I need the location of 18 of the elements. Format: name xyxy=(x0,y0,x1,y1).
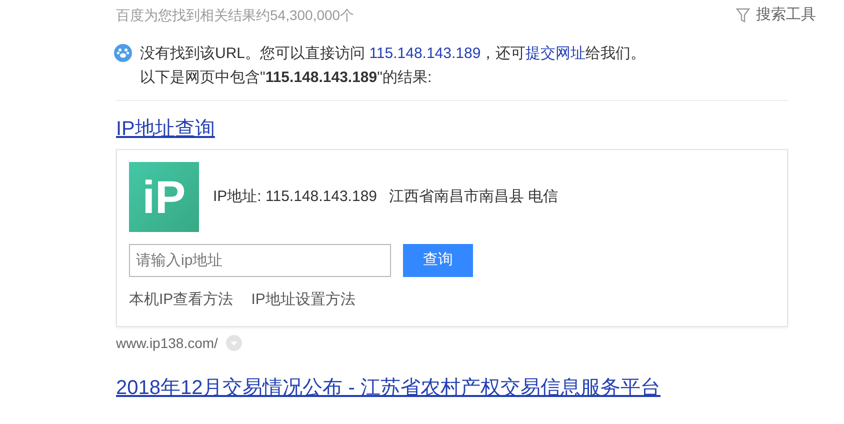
location-text: 江西省南昌市南昌县 电信 xyxy=(389,186,558,207)
search-tools-button[interactable]: 搜索工具 xyxy=(736,4,816,26)
result-count: 百度为您找到相关结果约54,300,000个 xyxy=(116,6,354,24)
result-url: www.ip138.com/ xyxy=(116,334,218,353)
result-title-link[interactable]: 2018年12月交易情况公布 - 江苏省农村产权交易信息服务平台 xyxy=(116,374,661,402)
help-link[interactable]: 本机IP查看方法 xyxy=(129,289,234,312)
help-link[interactable]: IP地址设置方法 xyxy=(251,289,356,312)
filter-icon xyxy=(736,8,750,22)
result-title-link[interactable]: IP地址查询 xyxy=(116,115,215,143)
ip-input-field[interactable]: 请输入ip地址 xyxy=(129,244,391,277)
notice-subtext: 以下是网页中包含"115.148.143.189"的结果: xyxy=(140,68,433,88)
direct-visit-link[interactable]: 115.148.143.189 xyxy=(369,45,481,62)
dropdown-icon[interactable] xyxy=(226,335,242,351)
ip-logo-icon: iP xyxy=(129,162,199,232)
paw-icon xyxy=(114,44,132,62)
ip-address-text: IP地址: 115.148.143.189 xyxy=(213,186,378,207)
notice-text: 没有找到该URL。您可以直接访问 115.148.143.189，还可提交网址给我们。 xyxy=(140,44,646,64)
submit-url-link[interactable]: 提交网址 xyxy=(526,45,586,62)
